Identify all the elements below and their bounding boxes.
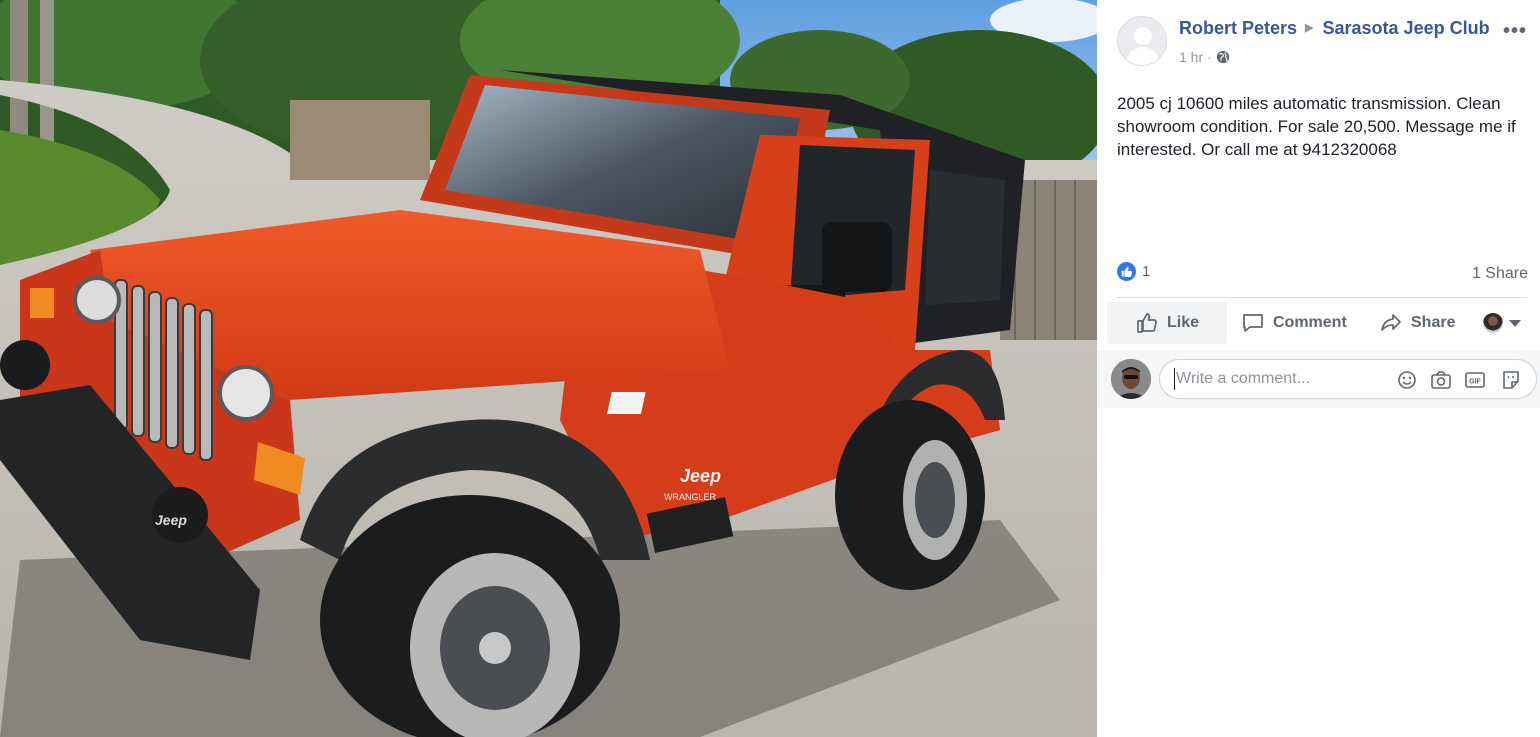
post-photo[interactable]: X Jeep WRANGLER Jeep [0, 0, 1097, 737]
wrangler-text: WRANGLER [664, 492, 717, 502]
post-title: Robert Peters ▶ Sarasota Jeep Club [1179, 18, 1490, 39]
group-name-link[interactable]: Sarasota Jeep Club [1323, 18, 1490, 38]
svg-text:GIF: GIF [1469, 379, 1481, 386]
thumbs-up-icon [1137, 313, 1157, 333]
share-count[interactable]: 1 Share [1472, 265, 1528, 283]
post-body-text: 2005 cj 10600 miles automatic transmissi… [1117, 94, 1516, 159]
post-header: Robert Peters ▶ Sarasota Jeep Club 1 hr · … [1117, 16, 1527, 68]
action-bar: Like Comment Share [1107, 302, 1537, 344]
more-dots-icon[interactable]: ••• [1503, 20, 1527, 43]
comment-icon [1243, 314, 1263, 332]
post-as-selector[interactable] [1473, 302, 1531, 344]
meta-dot: · [1207, 49, 1212, 65]
chevron-down-icon [1509, 319, 1521, 327]
share-label: Share [1411, 314, 1456, 331]
post-panel: Robert Peters ▶ Sarasota Jeep Club 1 hr · … [1097, 0, 1540, 737]
comment-label: Comment [1273, 314, 1347, 331]
author-name-link[interactable]: Robert Peters [1179, 18, 1297, 38]
share-icon [1381, 314, 1401, 331]
like-reaction-icon[interactable] [1117, 262, 1136, 281]
sticker-icon[interactable] [1500, 369, 1522, 391]
reaction-count[interactable]: 1 [1142, 263, 1150, 280]
author-avatar[interactable] [1117, 16, 1167, 66]
x-badge: X [712, 394, 724, 414]
side-jeep-logo: Jeep [680, 466, 721, 486]
reactions-bar: 1 1 Share [1117, 262, 1528, 282]
commenter-avatar[interactable] [1111, 359, 1151, 399]
jeep-photo-image: X Jeep WRANGLER Jeep [0, 0, 1097, 737]
comment-button[interactable]: Comment [1231, 302, 1357, 344]
post-meta: 1 hr · [1179, 49, 1230, 65]
foglight-jeep-logo: Jeep [155, 512, 187, 528]
like-label: Like [1166, 314, 1199, 331]
share-button[interactable]: Share [1369, 302, 1465, 344]
divider [1117, 297, 1527, 298]
post-timestamp[interactable]: 1 hr [1179, 49, 1203, 65]
user-mini-avatar [1483, 313, 1503, 333]
emoji-icon[interactable] [1396, 369, 1418, 391]
comment-box: GIF [1159, 359, 1537, 399]
comment-input[interactable] [1174, 368, 1384, 390]
camera-icon[interactable] [1430, 369, 1452, 391]
like-button[interactable]: Like [1107, 302, 1227, 344]
globe-icon[interactable] [1216, 50, 1230, 64]
gif-icon[interactable]: GIF [1464, 369, 1486, 391]
comment-composer: GIF [1097, 350, 1540, 408]
caret-right-icon: ▶ [1305, 22, 1314, 34]
